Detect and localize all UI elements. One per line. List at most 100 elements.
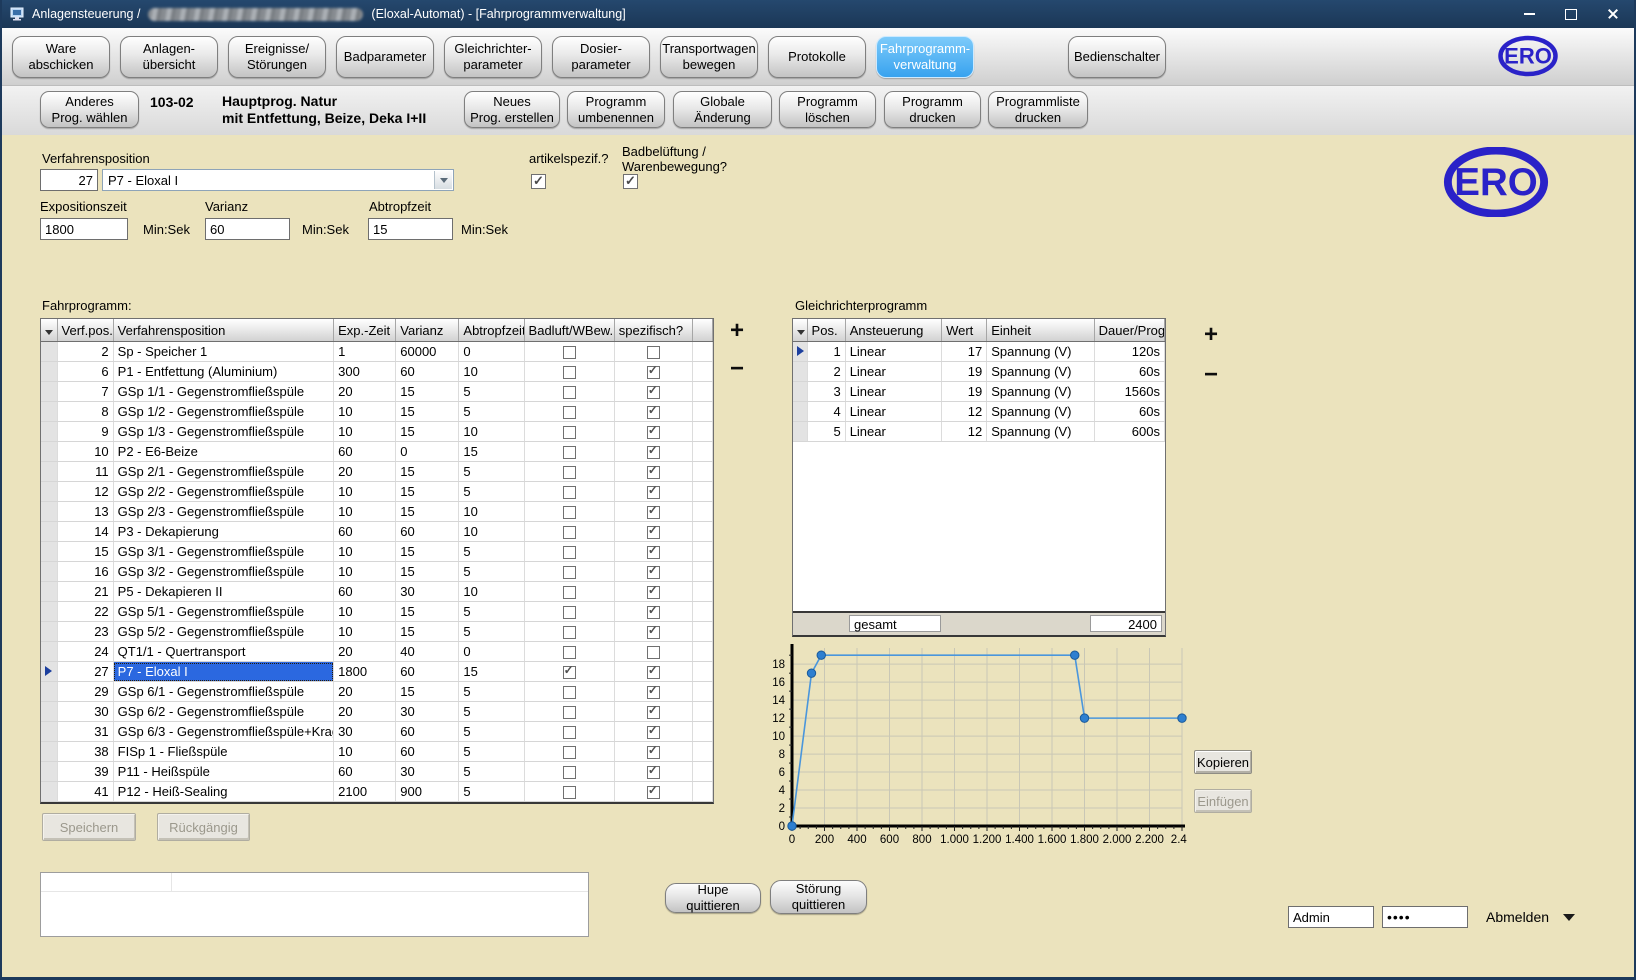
cell-verfpos[interactable]: 21 [57,582,113,602]
nav-tab-anlagen-übersicht[interactable]: Anlagen- übersicht [120,36,218,78]
table-row[interactable]: 9GSp 1/3 - Gegenstromfließspüle101510 [41,422,713,442]
cell-verfpos[interactable]: 22 [57,602,113,622]
abmelden-control[interactable]: Abmelden [1486,909,1575,925]
cell-expzeit[interactable]: 1 [334,342,396,362]
spezifisch-checkbox[interactable] [647,366,660,379]
table-row[interactable]: 10P2 - E6-Beize60015 [41,442,713,462]
nav-tab-bedienschalter[interactable]: Bedienschalter [1068,36,1166,78]
cell-einheit[interactable]: Spannung (V) [987,382,1094,402]
cell-expzeit[interactable]: 300 [334,362,396,382]
cell-verfahrensposition[interactable]: P2 - E6-Beize [113,442,333,462]
table-row[interactable]: 8GSp 1/2 - Gegenstromfließspüle10155 [41,402,713,422]
cell-verfahrensposition[interactable]: P7 - Eloxal I [113,662,333,682]
kopieren-button[interactable]: Kopieren [1194,750,1252,774]
table-row[interactable]: 21P5 - Dekapieren II603010 [41,582,713,602]
cell-wert[interactable]: 19 [942,382,987,402]
cell-varianz[interactable]: 15 [396,562,459,582]
cell-verfpos[interactable]: 6 [57,362,113,382]
gleichrichter-add-button[interactable]: + [1198,323,1220,347]
table-row[interactable]: 24QT1/1 - Quertransport20400 [41,642,713,662]
row-indicator-cell[interactable] [793,422,807,442]
table-row[interactable]: 41P12 - Heiß-Sealing21009005 [41,782,713,802]
abtropfzeit-input[interactable] [368,218,453,240]
table-row[interactable]: 3Linear19Spannung (V)1560s [793,382,1165,402]
expositionszeit-input[interactable] [40,218,128,240]
table-row[interactable]: 16GSp 3/2 - Gegenstromfließspüle10155 [41,562,713,582]
row-indicator-cell[interactable] [41,502,57,522]
badluft-checkbox[interactable] [563,446,576,459]
cell-expzeit[interactable]: 20 [334,462,396,482]
password-field[interactable] [1382,906,1468,928]
table-row[interactable]: 38FISp 1 - Fließspüle10605 [41,742,713,762]
cell-varianz[interactable]: 15 [396,482,459,502]
cell-abtropfzeit[interactable]: 10 [459,362,524,382]
spezifisch-checkbox[interactable] [647,446,660,459]
cell-varianz[interactable]: 40 [396,642,459,662]
cell-verfpos[interactable]: 11 [57,462,113,482]
badluft-checkbox[interactable] [563,586,576,599]
cell-varianz[interactable]: 15 [396,502,459,522]
cell-varianz[interactable]: 15 [396,422,459,442]
spezifisch-checkbox[interactable] [647,726,660,739]
cell-expzeit[interactable]: 10 [334,502,396,522]
table-row[interactable]: 2Sp - Speicher 11600000 [41,342,713,362]
nav-tab-transportwagen-bewegen[interactable]: Transportwagen bewegen [660,36,758,78]
anderes-prog-waehlen-button[interactable]: Anderes Prog. wählen [40,91,139,128]
cell-wert[interactable]: 12 [942,402,987,422]
cell-abtropfzeit[interactable]: 5 [459,722,524,742]
row-indicator-cell[interactable] [41,362,57,382]
spezifisch-checkbox[interactable] [647,566,660,579]
badluft-checkbox[interactable] [563,746,576,759]
cell-abtropfzeit[interactable]: 10 [459,582,524,602]
cell-abtropfzeit[interactable]: 5 [459,702,524,722]
row-indicator-cell[interactable] [793,382,807,402]
column-header-pos[interactable]: Pos. [807,319,845,342]
verfahrensposition-select[interactable]: P7 - Eloxal I [102,169,454,191]
cell-verfpos[interactable]: 2 [57,342,113,362]
table-row[interactable]: 13GSp 2/3 - Gegenstromfließspüle101510 [41,502,713,522]
nav-tab-badparameter[interactable]: Badparameter [336,36,434,78]
cell-verfahrensposition[interactable]: GSp 6/2 - Gegenstromfließspüle [113,702,333,722]
cell-varianz[interactable]: 30 [396,762,459,782]
cell-expzeit[interactable]: 20 [334,682,396,702]
spezifisch-checkbox[interactable] [647,606,660,619]
cell-verfahrensposition[interactable]: Sp - Speicher 1 [113,342,333,362]
einfuegen-button[interactable]: Einfügen [1194,789,1252,813]
cell-einheit[interactable]: Spannung (V) [987,362,1094,382]
cell-varianz[interactable]: 30 [396,582,459,602]
cell-abtropfzeit[interactable]: 10 [459,522,524,542]
cell-expzeit[interactable]: 1800 [334,662,396,682]
column-header-dauer-prog[interactable]: Dauer/Prog [1094,319,1164,342]
spezifisch-checkbox[interactable] [647,666,660,679]
programm-umbenennen-button[interactable]: Programm umbenennen [567,91,665,128]
badluft-checkbox[interactable] [563,786,576,799]
cell-varianz[interactable]: 15 [396,542,459,562]
cell-abtropfzeit[interactable]: 0 [459,642,524,662]
spezifisch-checkbox[interactable] [647,526,660,539]
spezifisch-checkbox[interactable] [647,466,660,479]
artikelspezif-checkbox[interactable] [531,174,546,189]
badluft-checkbox[interactable] [563,526,576,539]
neues-prog-erstellen-button[interactable]: Neues Prog. erstellen [464,91,560,128]
cell-abtropfzeit[interactable]: 10 [459,422,524,442]
badluft-checkbox[interactable] [563,646,576,659]
cell-ansteuerung[interactable]: Linear [845,422,941,442]
badluft-checkbox[interactable] [563,486,576,499]
cell-varianz[interactable]: 30 [396,702,459,722]
table-row[interactable]: 2Linear19Spannung (V)60s [793,362,1165,382]
cell-verfpos[interactable]: 9 [57,422,113,442]
cell-verfahrensposition[interactable]: GSp 5/2 - Gegenstromfließspüle [113,622,333,642]
cell-expzeit[interactable]: 60 [334,762,396,782]
cell-dauer[interactable]: 1560s [1094,382,1164,402]
badluft-checkbox[interactable] [563,666,576,679]
table-row[interactable]: 6P1 - Entfettung (Aluminium)3006010 [41,362,713,382]
cell-einheit[interactable]: Spannung (V) [987,422,1094,442]
row-indicator-cell[interactable] [41,742,57,762]
table-row[interactable]: 15GSp 3/1 - Gegenstromfließspüle10155 [41,542,713,562]
cell-varianz[interactable]: 15 [396,682,459,702]
cell-varianz[interactable]: 15 [396,602,459,622]
cell-expzeit[interactable]: 60 [334,442,396,462]
cell-abtropfzeit[interactable]: 5 [459,602,524,622]
row-indicator-cell[interactable] [41,762,57,782]
cell-expzeit[interactable]: 10 [334,562,396,582]
